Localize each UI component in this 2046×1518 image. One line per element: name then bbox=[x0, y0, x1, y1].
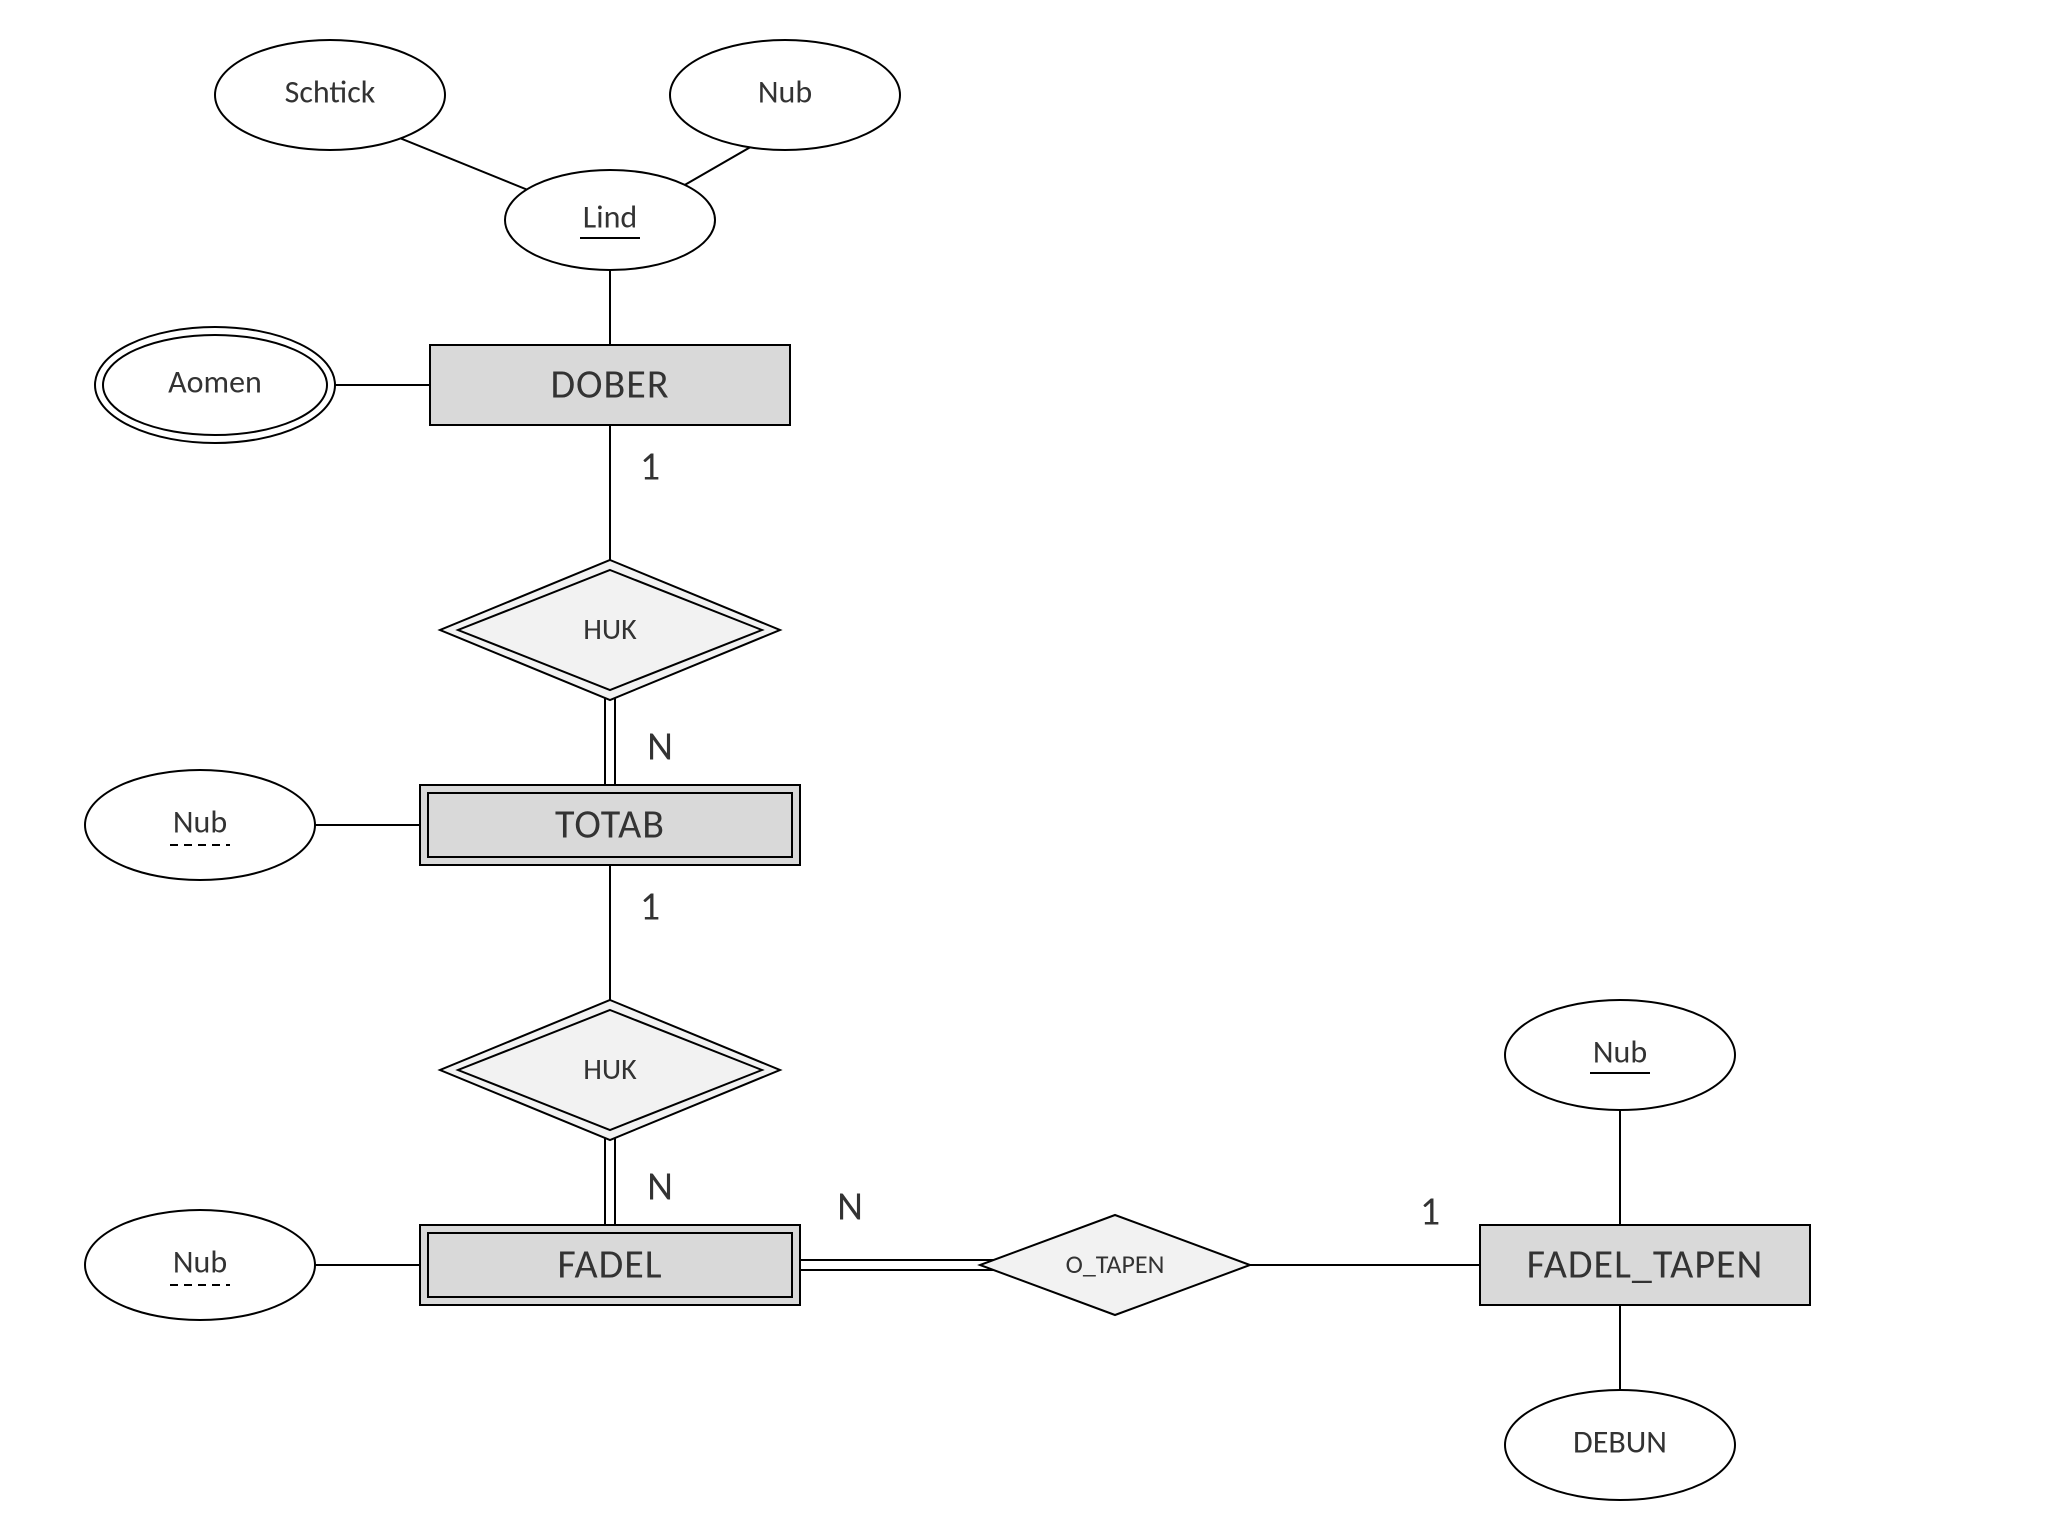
attr-nub-totab-label: Nub bbox=[173, 803, 227, 842]
attr-lind: Lind bbox=[505, 170, 715, 270]
rel-otapen: O_TAPEN bbox=[980, 1215, 1250, 1315]
attr-nub-fadel: Nub bbox=[85, 1210, 315, 1320]
attr-nub-top-label: Nub bbox=[758, 73, 812, 112]
entity-dober-label: DOBER bbox=[550, 360, 669, 409]
entity-totab: TOTAB bbox=[420, 785, 800, 865]
attr-schtick: Schtick bbox=[215, 40, 445, 150]
attr-debun-label: DEBUN bbox=[1573, 1423, 1667, 1462]
card-fadel-otapen: N bbox=[837, 1182, 863, 1231]
attr-debun: DEBUN bbox=[1505, 1390, 1735, 1500]
card-huk1-totab: N bbox=[647, 722, 673, 771]
entity-fadel-label: FADEL bbox=[557, 1240, 662, 1289]
rel-huk2-label: HUK bbox=[583, 1051, 637, 1088]
rel-huk2: HUK bbox=[440, 1000, 780, 1140]
entity-fadel: FADEL bbox=[420, 1225, 800, 1305]
rel-otapen-label: O_TAPEN bbox=[1066, 1248, 1165, 1280]
card-totab-huk2: 1 bbox=[640, 882, 660, 931]
attr-nub-fadel-label: Nub bbox=[173, 1243, 227, 1282]
attr-nub-top: Nub bbox=[670, 40, 900, 150]
card-otapen-ft: 1 bbox=[1420, 1187, 1440, 1236]
entity-fadel-tapen-label: FADEL_TAPEN bbox=[1527, 1240, 1764, 1289]
attr-lind-label: Lind bbox=[583, 198, 637, 237]
entity-fadel-tapen: FADEL_TAPEN bbox=[1480, 1225, 1810, 1305]
card-dober-huk1: 1 bbox=[640, 442, 660, 491]
entity-dober: DOBER bbox=[430, 345, 790, 425]
attr-nub-totab: Nub bbox=[85, 770, 315, 880]
rel-huk1: HUK bbox=[440, 560, 780, 700]
attr-aomen-label: Aomen bbox=[168, 363, 262, 402]
attr-nub-ft: Nub bbox=[1505, 1000, 1735, 1110]
entity-totab-label: TOTAB bbox=[555, 800, 665, 849]
card-huk2-fadel: N bbox=[647, 1162, 673, 1211]
rel-huk1-label: HUK bbox=[583, 611, 637, 648]
attr-aomen: Aomen bbox=[95, 327, 335, 443]
attr-nub-ft-label: Nub bbox=[1593, 1033, 1647, 1072]
attr-schtick-label: Schtick bbox=[285, 73, 376, 112]
